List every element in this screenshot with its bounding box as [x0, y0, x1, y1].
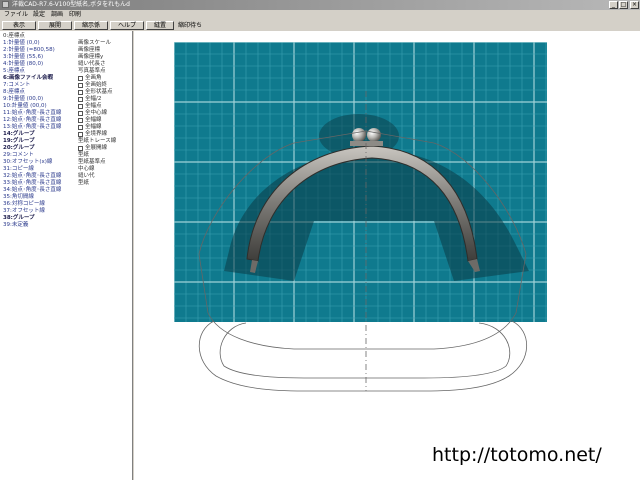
- layer-item[interactable]: 3:計量値 (55,6): [3, 54, 43, 61]
- layer-property-label: 全画始終: [85, 82, 108, 88]
- layer-item[interactable]: 33:始点･角度･長さ直線: [3, 180, 61, 187]
- layer-item[interactable]: 36:対称コピー線: [3, 201, 45, 208]
- layer-item[interactable]: 4:計量値 (80,0): [3, 61, 43, 68]
- layer-item[interactable]: 14:グループ: [3, 131, 35, 138]
- layer-item[interactable]: 8:座標点: [3, 89, 25, 96]
- layer-item[interactable]: 29:コメント: [3, 152, 34, 159]
- layer-property-label: 全画角: [85, 75, 102, 81]
- toolbar-display-button[interactable]: 表示: [2, 21, 36, 30]
- maximize-button[interactable]: □: [619, 1, 628, 9]
- app-icon: [2, 1, 9, 8]
- toolbar-expand-button[interactable]: 展開: [38, 21, 72, 30]
- layer-item[interactable]: 30:オフセット(x)線: [3, 159, 52, 166]
- layer-item[interactable]: 11:始点･角度･長さ直線: [3, 110, 61, 117]
- layer-property-label: 写真基準点: [78, 68, 106, 74]
- menu-adjust[interactable]: 調画: [51, 11, 63, 19]
- layer-item[interactable]: 6:画像ファイル会暇: [3, 75, 53, 82]
- drawing-canvas[interactable]: http://totomo.net/: [134, 31, 640, 480]
- layer-property-label: 中心線: [78, 166, 95, 172]
- layer-item[interactable]: 0:座標点: [3, 33, 25, 40]
- layer-visibility-checkbox[interactable]: [78, 111, 83, 116]
- layer-item[interactable]: 34:始点･角度･長さ直線: [3, 187, 61, 194]
- layer-property-label: 縫い代長さ: [78, 61, 106, 67]
- close-button[interactable]: ×: [630, 1, 639, 9]
- layer-item[interactable]: 37:オフセット線: [3, 208, 45, 215]
- layer-item[interactable]: 7:コメント: [3, 82, 30, 89]
- layer-visibility-checkbox[interactable]: [78, 132, 83, 137]
- layer-item[interactable]: 35:角切間線: [3, 194, 34, 201]
- layer-item[interactable]: 5:座標点: [3, 68, 25, 75]
- title-bar: 洋裁CAD-R7.6-V100型紙名,ボタをれもんd _ □ ×: [0, 0, 640, 10]
- cad-drawing: [174, 42, 547, 392]
- toolbar: 表示 展開 縮示係 ヘルプ 縫置 縮印待ち: [0, 20, 640, 31]
- layer-item[interactable]: 20:グループ: [3, 145, 35, 152]
- layer-property-label: 全形状基点: [85, 89, 113, 95]
- layer-visibility-checkbox[interactable]: [78, 118, 83, 123]
- toolbar-status-label: 縮印待ち: [178, 22, 203, 29]
- menu-settings[interactable]: 設定: [33, 11, 45, 19]
- layer-item[interactable]: 19:グループ: [3, 138, 35, 145]
- layer-property-label: 全幅線: [85, 117, 102, 123]
- layer-visibility-checkbox[interactable]: [78, 76, 83, 81]
- layer-visibility-checkbox[interactable]: [78, 90, 83, 95]
- layer-item[interactable]: 31:コピー線: [3, 166, 34, 173]
- layer-item[interactable]: 10:計量値 (00,0): [3, 103, 47, 110]
- layer-property-label: 型紙: [78, 152, 90, 158]
- layer-property-label: 型紙基準点: [78, 159, 106, 165]
- layer-visibility-checkbox[interactable]: [78, 97, 83, 102]
- layer-item[interactable]: 39:未定義: [3, 222, 28, 229]
- minimize-button[interactable]: _: [609, 1, 618, 9]
- website-url: http://totomo.net/: [432, 444, 602, 466]
- layer-property-label: 画像座標: [78, 47, 101, 53]
- toolbar-scale-button[interactable]: 縮示係: [74, 21, 108, 30]
- menu-file[interactable]: ファイル: [4, 11, 28, 19]
- layer-visibility-checkbox[interactable]: [78, 83, 83, 88]
- layer-property-label: 全幅点: [85, 103, 102, 109]
- layer-property-label: 画像座標y: [78, 54, 104, 60]
- toolbar-sew-button[interactable]: 縫置: [146, 21, 174, 30]
- layer-property-label: 画像スケール: [78, 40, 112, 46]
- layer-visibility-checkbox[interactable]: [78, 104, 83, 109]
- layer-property-label: 全境界線: [85, 131, 108, 137]
- layer-property-label: 全幅線: [85, 124, 102, 130]
- layer-property-label: 型紙: [78, 180, 90, 186]
- toolbar-help-button[interactable]: ヘルプ: [110, 21, 144, 30]
- layer-property-label: 全幅/2: [85, 96, 102, 102]
- layer-item[interactable]: 13:始点･角度･長さ直線: [3, 124, 61, 131]
- window-title: 洋裁CAD-R7.6-V100型紙名,ボタをれもんd: [12, 1, 130, 8]
- layer-property-label: 縫い代: [78, 173, 95, 179]
- layer-property-label: 全展開線: [85, 145, 108, 151]
- layer-item[interactable]: 9:計量値 (00,0): [3, 96, 43, 103]
- layer-visibility-checkbox[interactable]: [78, 146, 83, 151]
- layer-panel: 0:座標点 1:計量値 (0,0) 2:計量値 (=800,58) 3:計量値 (55…: [0, 31, 133, 480]
- layer-visibility-checkbox[interactable]: [78, 125, 83, 130]
- layer-item[interactable]: 1:計量値 (0,0): [3, 40, 40, 47]
- layer-item[interactable]: 38:グループ: [3, 215, 35, 222]
- layer-item[interactable]: 2:計量値 (=800,58): [3, 47, 55, 54]
- layer-item[interactable]: 12:始点･角度･長さ直線: [3, 117, 61, 124]
- layer-property-label: 全中心線: [85, 110, 108, 116]
- layer-item[interactable]: 32:始点･角度･長さ直線: [3, 173, 61, 180]
- menu-bar: ファイル 設定 調画 印刷: [0, 10, 640, 20]
- layer-property-label: 型紙トレース線: [78, 138, 117, 144]
- menu-print[interactable]: 印刷: [69, 11, 81, 19]
